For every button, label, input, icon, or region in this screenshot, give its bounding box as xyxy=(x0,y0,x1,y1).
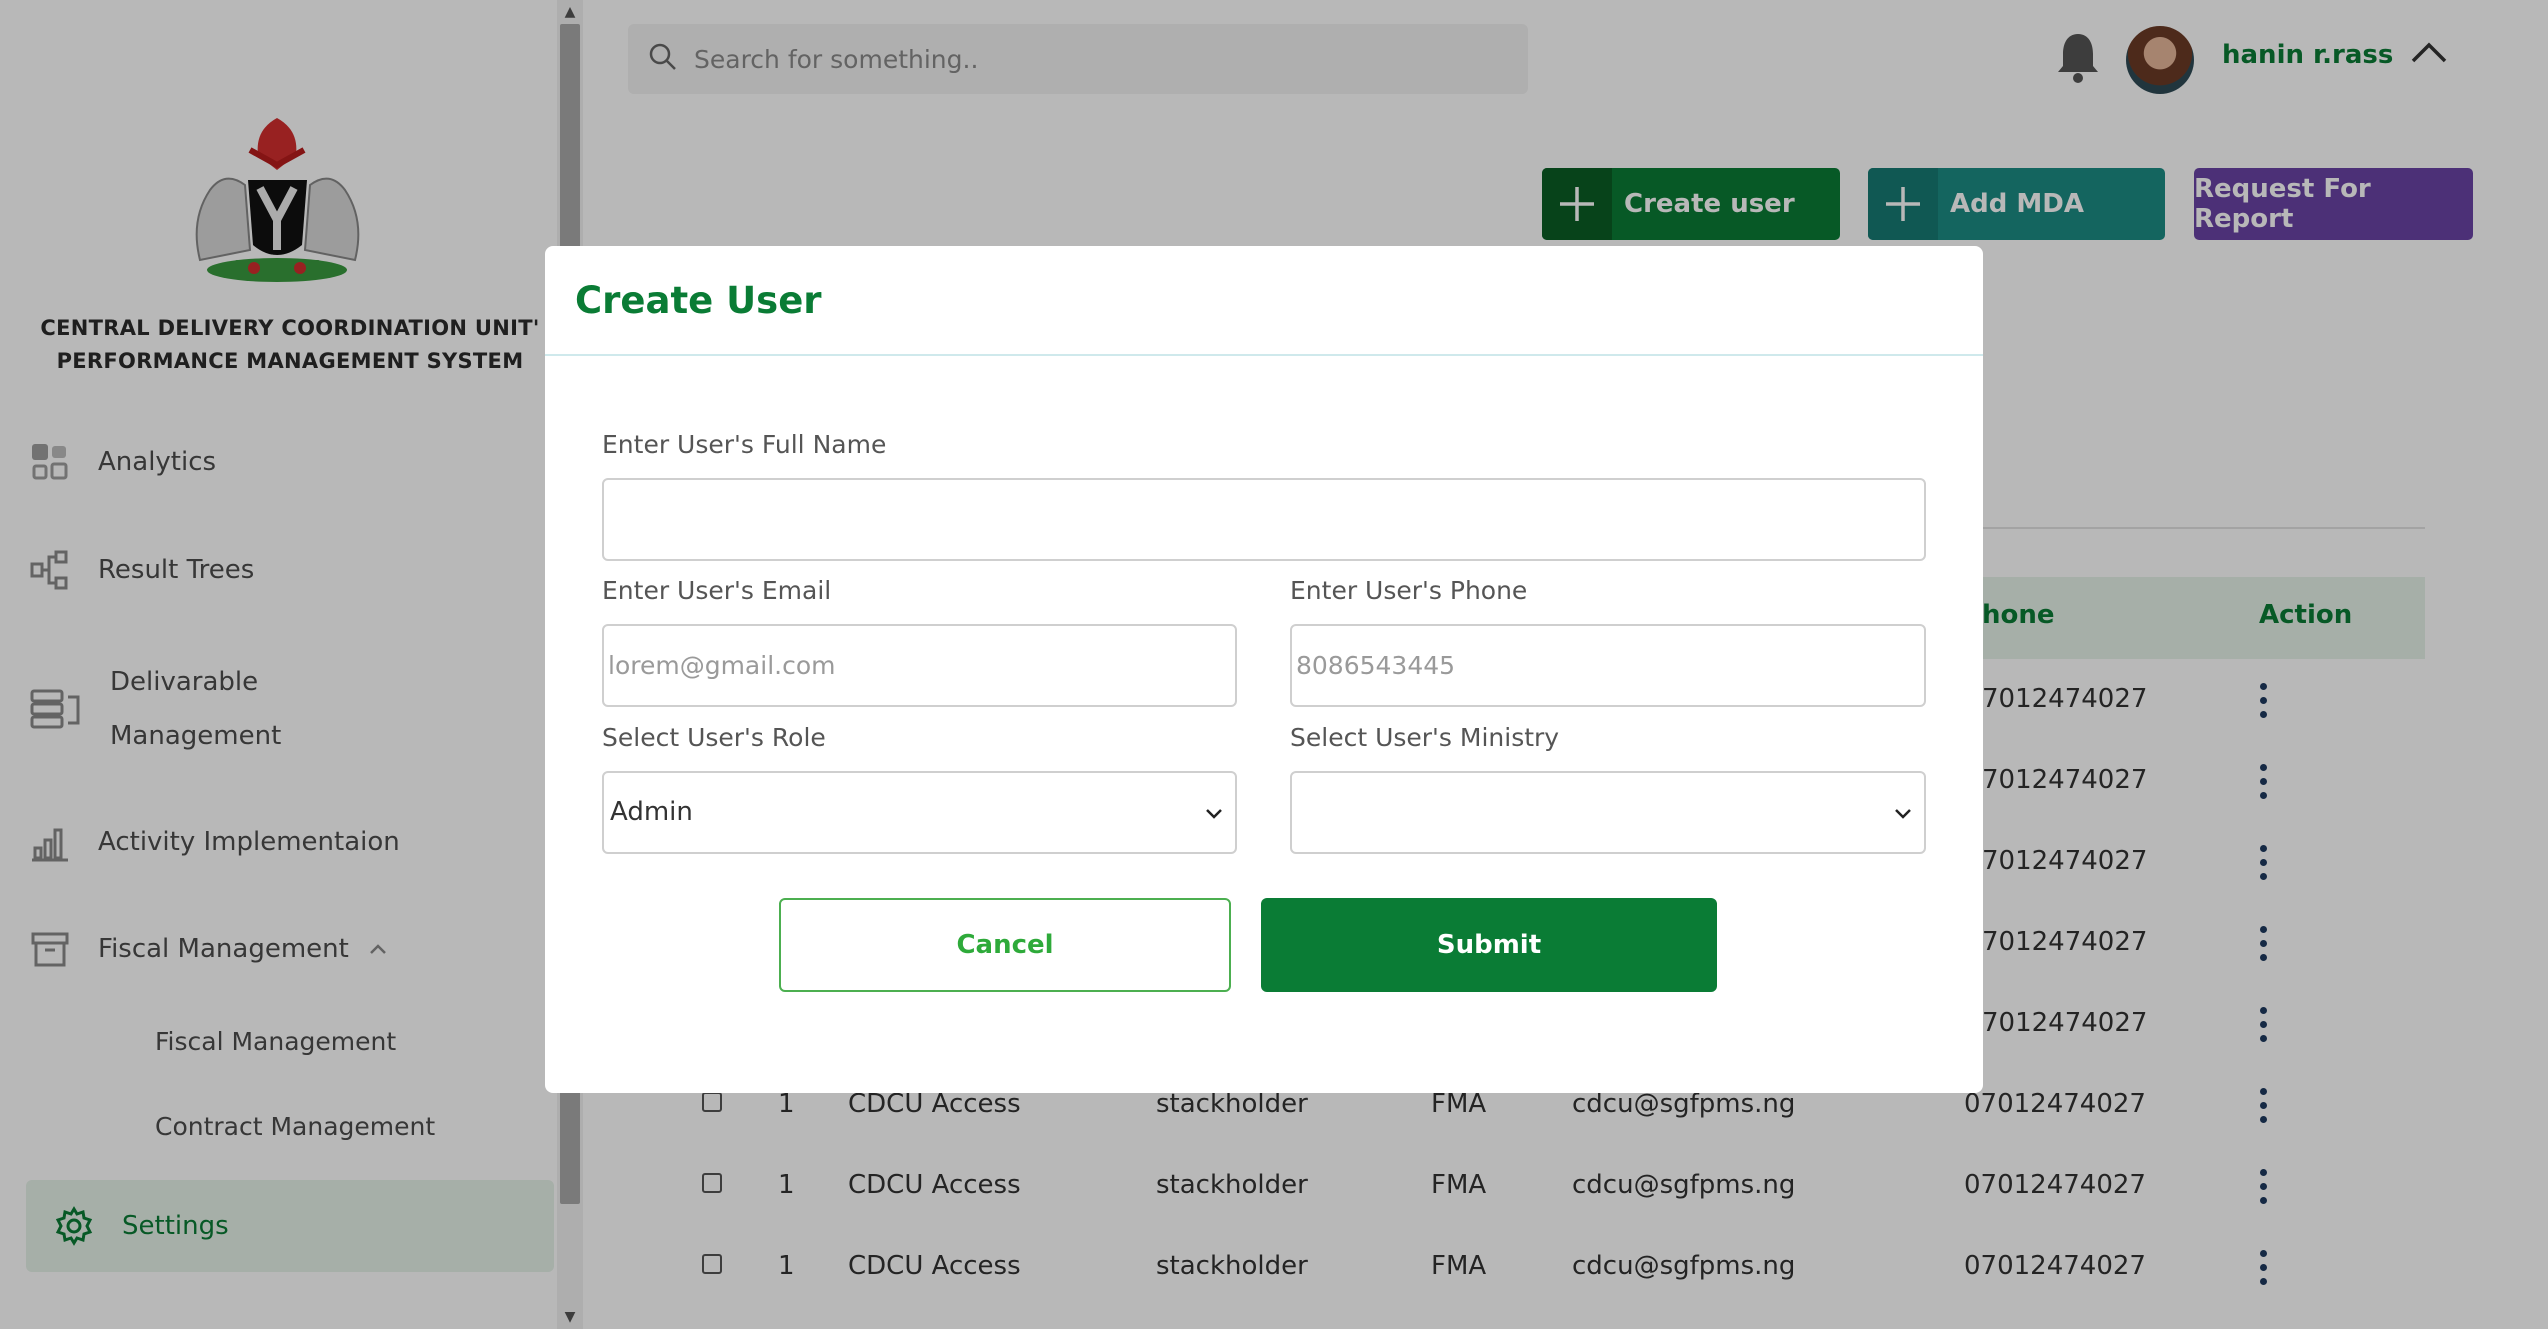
email-label: Enter User's Email xyxy=(602,576,832,605)
modal-header: Create User xyxy=(545,246,1983,356)
role-selected-value: Admin xyxy=(610,797,693,827)
submit-button[interactable]: Submit xyxy=(1261,898,1717,992)
role-label: Select User's Role xyxy=(602,723,826,752)
phone-input[interactable] xyxy=(1292,626,1924,705)
chevron-down-icon xyxy=(1205,805,1223,824)
full-name-label: Enter User's Full Name xyxy=(602,430,887,459)
create-user-modal: Create User Enter User's Full Name Enter… xyxy=(545,246,1983,1093)
ministry-select[interactable] xyxy=(1290,771,1926,854)
cancel-button[interactable]: Cancel xyxy=(779,898,1231,992)
role-select[interactable]: Admin xyxy=(602,771,1237,854)
full-name-input[interactable] xyxy=(604,480,1924,559)
full-name-field[interactable] xyxy=(602,478,1926,561)
phone-label: Enter User's Phone xyxy=(1290,576,1528,605)
email-field[interactable] xyxy=(602,624,1237,707)
ministry-label: Select User's Ministry xyxy=(1290,723,1560,752)
email-input[interactable] xyxy=(604,626,1235,705)
chevron-down-icon xyxy=(1894,805,1912,824)
phone-field[interactable] xyxy=(1290,624,1926,707)
modal-title: Create User xyxy=(575,278,822,322)
